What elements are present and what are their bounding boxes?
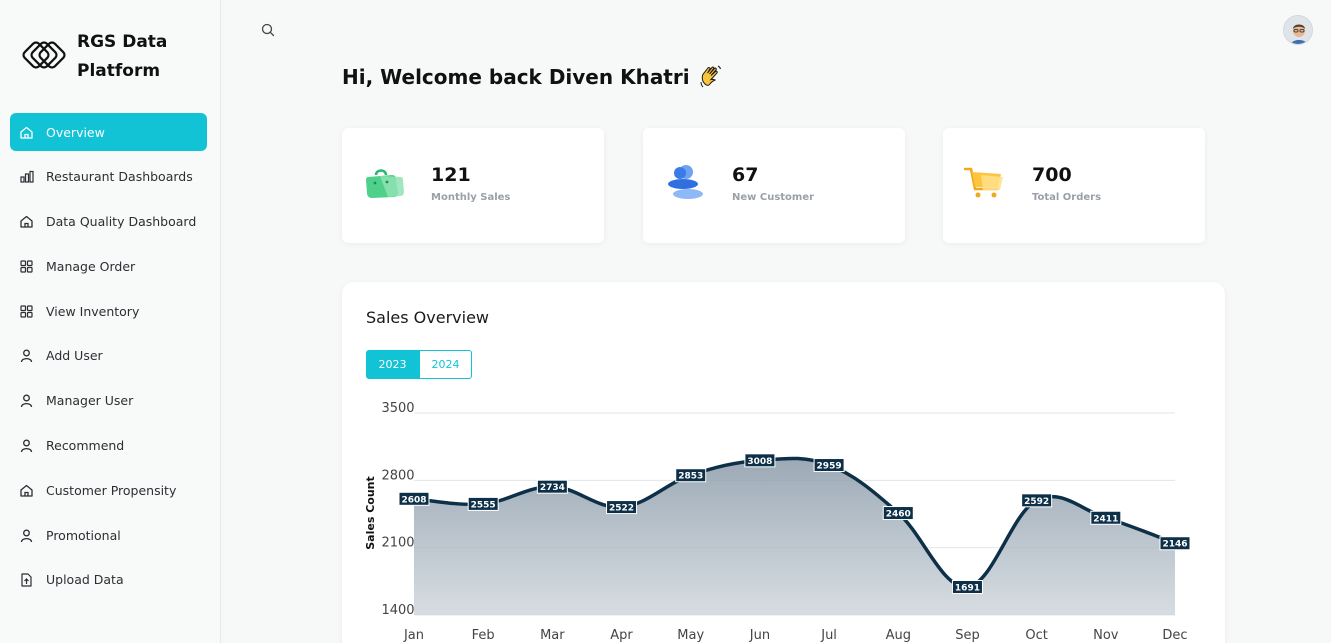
avatar-image — [1284, 16, 1312, 44]
x-tick-label: May — [677, 628, 704, 643]
sidebar-item-customer-propensity[interactable]: Customer Propensity — [10, 471, 207, 509]
user-icon — [19, 528, 34, 543]
greeting-text: Hi, Welcome back Diven Khatri — [342, 65, 690, 89]
data-label: 2734 — [540, 483, 565, 493]
year-button-2024[interactable]: 2024 — [419, 350, 472, 379]
data-label: 2959 — [817, 462, 842, 472]
user-icon — [19, 348, 34, 363]
x-tick-label: Jul — [820, 628, 837, 643]
stat-value: 700 — [1032, 164, 1072, 186]
data-label: 3008 — [747, 457, 772, 467]
sidebar-item-label: Overview — [46, 124, 105, 140]
sidebar-item-promotional[interactable]: Promotional — [10, 516, 207, 554]
sales-chart: 1400 2100 2800 3500 2608 2555 2734 2522 2853 3008… — [364, 401, 1191, 643]
home-icon — [19, 125, 34, 140]
user-icon — [19, 393, 34, 408]
stat-label: Total Orders — [1032, 192, 1102, 203]
y-tick-label: 2800 — [381, 468, 414, 483]
x-tick-label: Jun — [749, 628, 770, 643]
home-icon — [19, 214, 34, 229]
sidebar-item-label: Add User — [46, 348, 103, 364]
x-tick-label: Feb — [472, 628, 495, 643]
sidebar-item-label: Customer Propensity — [46, 482, 177, 498]
sidebar-item-label: Recommend — [46, 438, 125, 454]
data-label: 2608 — [401, 495, 426, 505]
y-axis-label: Sales Count — [364, 476, 377, 550]
data-label: 2555 — [471, 500, 496, 510]
brand[interactable]: RGS Data Platform — [18, 28, 187, 86]
sidebar-item-upload-data[interactable]: Upload Data — [10, 561, 207, 599]
shopping-bag-icon — [366, 169, 404, 198]
avatar[interactable] — [1283, 15, 1313, 45]
x-tick-label: Jan — [403, 628, 424, 643]
year-button-2023[interactable]: 2023 — [366, 350, 419, 379]
sidebar-item-restaurant-dashboards[interactable]: Restaurant Dashboards — [10, 158, 207, 196]
x-tick-label: Aug — [886, 628, 911, 643]
stat-value: 67 — [732, 164, 759, 186]
year-toggle: 2023 2024 — [366, 350, 472, 379]
waving-hand-icon — [700, 65, 721, 88]
stat-value: 121 — [431, 164, 471, 186]
sidebar-item-label: Promotional — [46, 527, 121, 543]
grid-icon — [19, 304, 34, 319]
sidebar-item-view-inventory[interactable]: View Inventory — [10, 292, 207, 330]
data-label: 2522 — [609, 504, 634, 514]
data-label: 1691 — [955, 584, 980, 594]
sidebar-item-label: Manager User — [46, 393, 134, 409]
grid-icon — [19, 259, 34, 274]
data-label: 2460 — [886, 510, 911, 520]
stat-card-total-orders: 700 Total Orders — [943, 128, 1205, 243]
sidebar-item-add-user[interactable]: Add User — [10, 337, 207, 375]
sidebar-item-label: Data Quality Dashboard — [46, 214, 197, 230]
series-area — [414, 458, 1175, 615]
upload-icon — [19, 572, 34, 588]
user-icon — [19, 438, 34, 453]
page-title: Hi, Welcome back Diven Khatri — [342, 64, 724, 90]
data-label: 2592 — [1024, 497, 1049, 507]
sidebar: RGS Data Platform Overview Restaurant Das… — [0, 0, 221, 643]
sidebar-item-label: Restaurant Dashboards — [46, 169, 193, 185]
y-tick-label: 1400 — [381, 603, 414, 618]
sidebar-item-data-quality-dashboard[interactable]: Data Quality Dashboard — [10, 203, 207, 241]
x-tick-label: Dec — [1162, 628, 1187, 643]
sidebar-item-label: Upload Data — [46, 572, 124, 588]
x-tick-label: Apr — [610, 628, 633, 643]
sidebar-item-recommend[interactable]: Recommend — [10, 427, 207, 465]
stat-card-new-customer: 67 New Customer — [643, 128, 905, 243]
brand-logo-icon — [22, 41, 66, 69]
bar-chart-icon — [19, 169, 34, 184]
y-tick-label: 2100 — [381, 536, 414, 551]
panel-title: Sales Overview — [366, 308, 489, 327]
data-label: 2411 — [1093, 514, 1118, 524]
sidebar-item-manage-order[interactable]: Manage Order — [10, 247, 207, 285]
home-icon — [19, 483, 34, 498]
sidebar-nav: Overview Restaurant Dashboards Data Qualit… — [10, 113, 207, 606]
data-label: 2853 — [678, 472, 703, 482]
x-tick-label: Nov — [1093, 628, 1119, 643]
x-tick-label: Oct — [1025, 628, 1047, 643]
search-icon[interactable] — [260, 22, 276, 38]
stat-label: New Customer — [732, 192, 815, 203]
users-icon — [668, 165, 703, 199]
sidebar-item-manager-user[interactable]: Manager User — [10, 382, 207, 420]
x-tick-label: Mar — [540, 628, 565, 643]
sidebar-item-label: Manage Order — [46, 258, 136, 274]
stat-card-monthly-sales: 121 Monthly Sales — [342, 128, 604, 243]
sidebar-item-label: View Inventory — [46, 303, 140, 319]
cart-icon — [963, 167, 1003, 198]
brand-name: RGS Data Platform — [77, 32, 168, 81]
sidebar-item-overview[interactable]: Overview — [10, 113, 207, 151]
x-tick-label: Sep — [955, 628, 980, 643]
stat-label: Monthly Sales — [431, 192, 511, 203]
data-label: 2146 — [1162, 540, 1187, 550]
y-tick-label: 3500 — [381, 401, 414, 416]
